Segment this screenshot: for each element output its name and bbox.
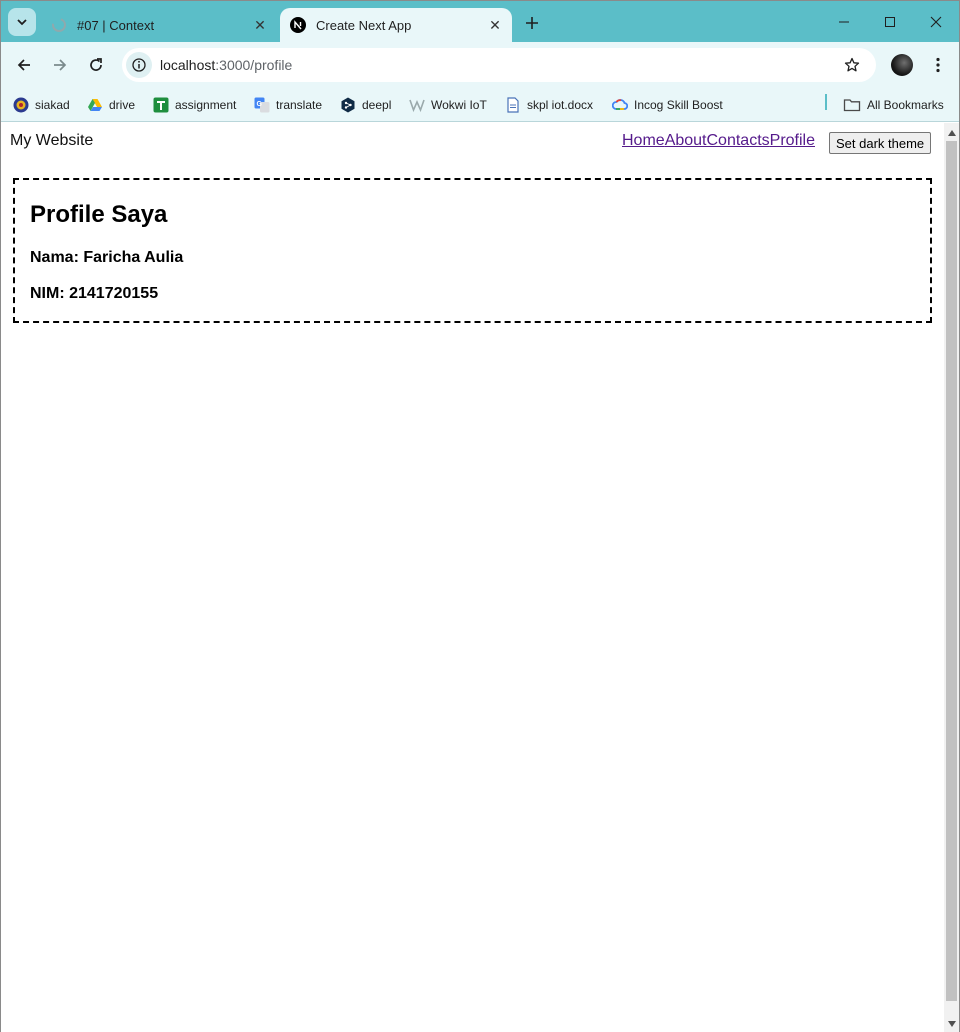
scrollbar-thumb[interactable] bbox=[946, 141, 957, 1001]
bookmark-label: siakad bbox=[35, 98, 70, 112]
tab-search-button[interactable] bbox=[8, 8, 36, 36]
tab-context[interactable]: #07 | Context ✕ bbox=[41, 8, 277, 42]
bookmark-siakad[interactable]: siakad bbox=[13, 93, 70, 117]
wokwi-icon bbox=[409, 97, 425, 113]
maximize-icon bbox=[885, 16, 895, 27]
profile-nim: NIM: 2141720155 bbox=[30, 285, 159, 302]
spinner-icon bbox=[52, 18, 66, 32]
maximize-button[interactable] bbox=[867, 1, 913, 42]
bookmark-label: Wokwi IoT bbox=[431, 98, 487, 112]
bookmarks-bar: siakad drive assignment G translate deep… bbox=[1, 88, 959, 122]
page-viewport: My Website Home About Contacts Profile S… bbox=[1, 123, 944, 1032]
site-nav: Home About Contacts Profile bbox=[622, 132, 815, 150]
deepl-icon bbox=[340, 97, 356, 113]
bookmark-label: translate bbox=[276, 98, 323, 112]
profile-avatar[interactable] bbox=[891, 54, 913, 76]
forward-button[interactable] bbox=[46, 51, 74, 79]
set-dark-theme-button[interactable]: Set dark theme bbox=[829, 132, 932, 154]
google-translate-icon: G bbox=[254, 97, 270, 113]
site-brand: My Website bbox=[10, 132, 94, 149]
document-icon bbox=[505, 97, 521, 113]
nav-link-about[interactable]: About bbox=[665, 132, 707, 150]
bookmark-label: drive bbox=[109, 98, 136, 112]
scroll-up-arrow-icon[interactable] bbox=[944, 127, 959, 139]
minimize-icon bbox=[839, 21, 849, 22]
new-tab-button[interactable] bbox=[519, 11, 545, 35]
close-icon bbox=[930, 16, 942, 27]
google-cloud-icon bbox=[612, 97, 628, 113]
nav-link-contacts[interactable]: Contacts bbox=[707, 132, 770, 150]
nextjs-icon bbox=[290, 17, 306, 33]
arrow-left-icon bbox=[17, 59, 30, 71]
bookmark-label: deepl bbox=[362, 98, 392, 112]
close-window-button[interactable] bbox=[913, 1, 959, 42]
tab-title: #07 | Context bbox=[77, 17, 155, 33]
chevron-down-icon bbox=[17, 19, 27, 26]
tab-strip: #07 | Context ✕ Create Next App ✕ bbox=[1, 1, 959, 42]
close-tab-icon[interactable]: ✕ bbox=[484, 14, 506, 36]
bookmark-label: Incog Skill Boost bbox=[634, 98, 723, 112]
bookmark-label: assignment bbox=[175, 98, 237, 112]
tab-create-next-app[interactable]: Create Next App ✕ bbox=[280, 8, 512, 42]
university-seal-icon bbox=[13, 97, 29, 113]
all-bookmarks-button[interactable]: All Bookmarks bbox=[843, 93, 944, 117]
bookmark-skpl-iot[interactable]: skpl iot.docx bbox=[505, 93, 593, 117]
scroll-down-arrow-icon[interactable] bbox=[944, 1018, 959, 1030]
more-vert-icon bbox=[936, 57, 940, 73]
vertical-scrollbar[interactable] bbox=[944, 123, 959, 1032]
bookmark-star-button[interactable] bbox=[838, 51, 866, 79]
bookmark-deepl[interactable]: deepl bbox=[340, 93, 391, 117]
reload-icon bbox=[90, 58, 102, 71]
bookmarks-separator bbox=[825, 94, 827, 110]
back-button[interactable] bbox=[10, 51, 38, 79]
nav-link-home[interactable]: Home bbox=[622, 132, 665, 150]
google-drive-icon bbox=[87, 97, 103, 113]
close-tab-icon[interactable]: ✕ bbox=[249, 14, 271, 36]
bookmark-incog-skill-boost[interactable]: Incog Skill Boost bbox=[612, 93, 723, 117]
browser-toolbar: localhost:3000/profile bbox=[1, 42, 959, 88]
folder-icon bbox=[843, 97, 861, 113]
google-classroom-icon bbox=[153, 97, 169, 113]
plus-icon bbox=[526, 17, 538, 29]
star-icon bbox=[844, 57, 860, 72]
site-info-button[interactable] bbox=[126, 52, 152, 78]
profile-name: Nama: Faricha Aulia bbox=[30, 249, 184, 266]
minimize-button[interactable] bbox=[821, 1, 867, 42]
url-host: localhost bbox=[160, 57, 216, 73]
tab-title: Create Next App bbox=[316, 17, 412, 33]
svg-text:G: G bbox=[257, 101, 263, 108]
profile-card: Profile Saya Nama: Faricha Aulia NIM: 21… bbox=[13, 178, 932, 323]
all-bookmarks-label: All Bookmarks bbox=[867, 98, 944, 112]
url-path: :3000/profile bbox=[215, 57, 293, 73]
browser-window: #07 | Context ✕ Create Next App ✕ localh… bbox=[0, 0, 960, 1032]
bookmark-translate[interactable]: G translate bbox=[254, 93, 322, 117]
nav-link-profile[interactable]: Profile bbox=[770, 132, 815, 150]
bookmark-drive[interactable]: drive bbox=[87, 93, 135, 117]
bookmark-label: skpl iot.docx bbox=[527, 98, 594, 112]
url-text: localhost:3000/profile bbox=[160, 57, 838, 73]
bookmark-wokwi[interactable]: Wokwi IoT bbox=[409, 93, 487, 117]
browser-menu-button[interactable] bbox=[926, 51, 950, 79]
address-bar[interactable]: localhost:3000/profile bbox=[122, 48, 876, 82]
site-header: My Website Home About Contacts Profile S… bbox=[1, 123, 944, 161]
arrow-right-icon bbox=[54, 59, 67, 71]
bookmark-assignment[interactable]: assignment bbox=[153, 93, 236, 117]
reload-button[interactable] bbox=[82, 51, 110, 79]
info-icon bbox=[132, 58, 146, 72]
profile-title: Profile Saya bbox=[30, 201, 168, 228]
